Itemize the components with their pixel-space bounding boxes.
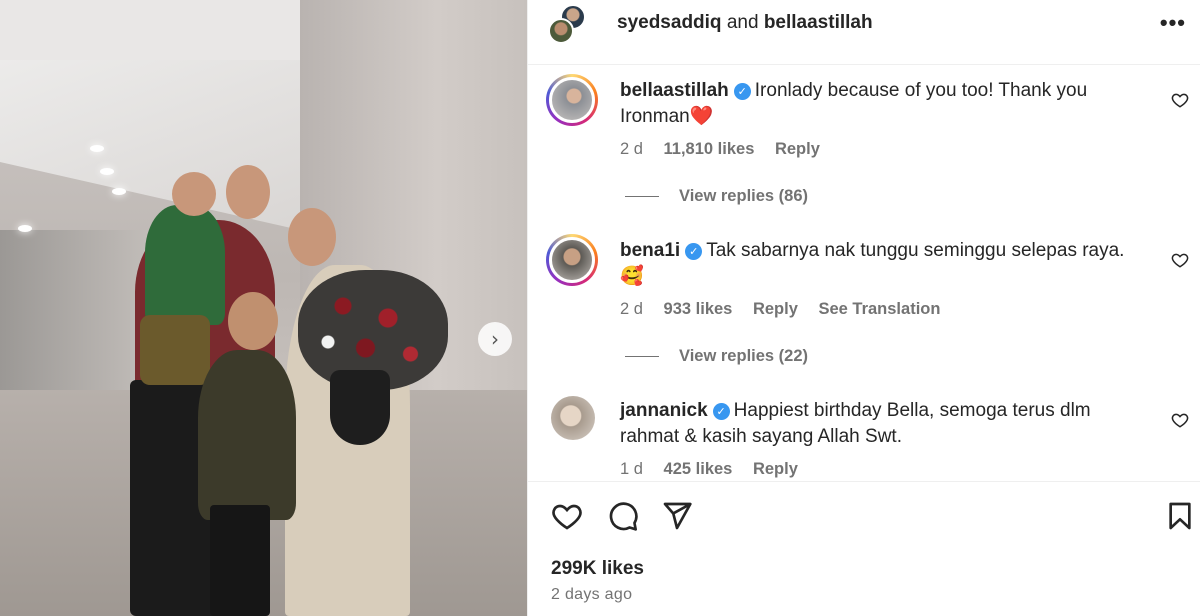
person-girl-dress [145,205,225,325]
avatar[interactable] [548,18,574,44]
ceiling-light [100,168,114,175]
heart-icon[interactable] [1171,251,1189,269]
comment-username[interactable]: jannanick [620,400,708,421]
person-girl-skirt [140,315,210,385]
comment-likes[interactable]: 933 likes [664,300,733,318]
person-boy-head [228,292,278,350]
post-time: 2 days ago [551,586,633,603]
ceiling-light [18,225,32,232]
comment-text: Happiest birthday Bella, semoga terus dl… [733,400,1091,421]
comment-username[interactable]: bena1i [620,240,680,261]
avatar[interactable] [546,74,598,126]
person-woman-head [288,208,336,266]
authors-joiner: and [721,12,764,33]
post-side-panel: syedsaddiq and bellaastillah ••• bellaas… [527,0,1200,616]
comment-text: 🥰 [620,266,644,287]
post-photo[interactable]: › [0,0,527,616]
heart-icon[interactable] [1171,411,1189,429]
post-header: syedsaddiq and bellaastillah ••• [528,0,1200,65]
comment-username[interactable]: bellaastillah [620,80,729,101]
comment-age[interactable]: 2 d [620,140,643,158]
chevron-right-icon: › [491,327,499,351]
avatar[interactable] [546,234,598,286]
person-boy-trousers [210,505,270,616]
share-icon[interactable] [661,500,693,532]
avatar[interactable] [551,396,595,440]
divider-line [625,196,659,198]
verified-icon: ✓ [733,83,751,100]
post-actions: 299K likes 2 days ago [528,481,1200,616]
bookmark-icon[interactable] [1164,500,1196,532]
ceiling-light [90,145,104,152]
post-likes[interactable]: 299K likes [551,558,644,580]
view-replies-button[interactable]: View replies (86) [625,187,808,206]
comment-age[interactable]: 2 d [620,300,643,318]
comment-meta: 2 d 933 likes Reply See Translation [620,300,956,319]
collab-avatars[interactable] [548,4,588,48]
comment-text: Ironlady because of you too! Thank you [754,80,1088,101]
divider-line [625,356,659,358]
comment-likes[interactable]: 425 likes [664,460,733,478]
comment-icon[interactable] [607,500,639,532]
post-authors: syedsaddiq and bellaastillah [617,12,873,34]
bouquet-wrap [330,370,390,445]
view-replies-label: View replies (22) [679,347,809,365]
verified-icon: ✓ [685,243,703,260]
more-icon[interactable]: ••• [1160,10,1186,36]
author-username[interactable]: bellaastillah [764,12,873,33]
comment-age[interactable]: 1 d [620,460,643,478]
comment-body: bellaastillah ✓ Ironlady because of you to… [620,78,1180,130]
heart-icon[interactable] [551,500,583,532]
comment-body: jannanick ✓ Happiest birthday Bella, semog… [620,398,1180,450]
comment-meta: 1 d 425 likes Reply [620,460,814,479]
view-replies-label: View replies (86) [679,187,809,205]
person-man-head [226,165,270,219]
person-girl-head [172,172,216,216]
comment-body: bena1i ✓ Tak sabarnya nak tunggu seminggu … [620,238,1180,290]
comment-text: Ironman❤️ [620,106,714,127]
view-replies-button[interactable]: View replies (22) [625,347,808,366]
comment-text: rahmat & kasih sayang Allah Swt. [620,426,902,447]
reply-button[interactable]: Reply [753,300,798,318]
next-photo-button[interactable]: › [478,322,512,356]
person-boy-shirt [198,350,296,520]
comment-likes[interactable]: 11,810 likes [664,140,755,158]
ceiling-light [112,188,126,195]
reply-button[interactable]: Reply [753,460,798,478]
verified-icon: ✓ [712,403,730,420]
heart-icon[interactable] [1171,91,1189,109]
reply-button[interactable]: Reply [775,140,820,158]
comment-text: Tak sabarnya nak tunggu seminggu selepas… [706,240,1125,261]
author-username[interactable]: syedsaddiq [617,12,722,33]
comment-meta: 2 d 11,810 likes Reply [620,140,836,159]
see-translation-button[interactable]: See Translation [818,300,940,318]
